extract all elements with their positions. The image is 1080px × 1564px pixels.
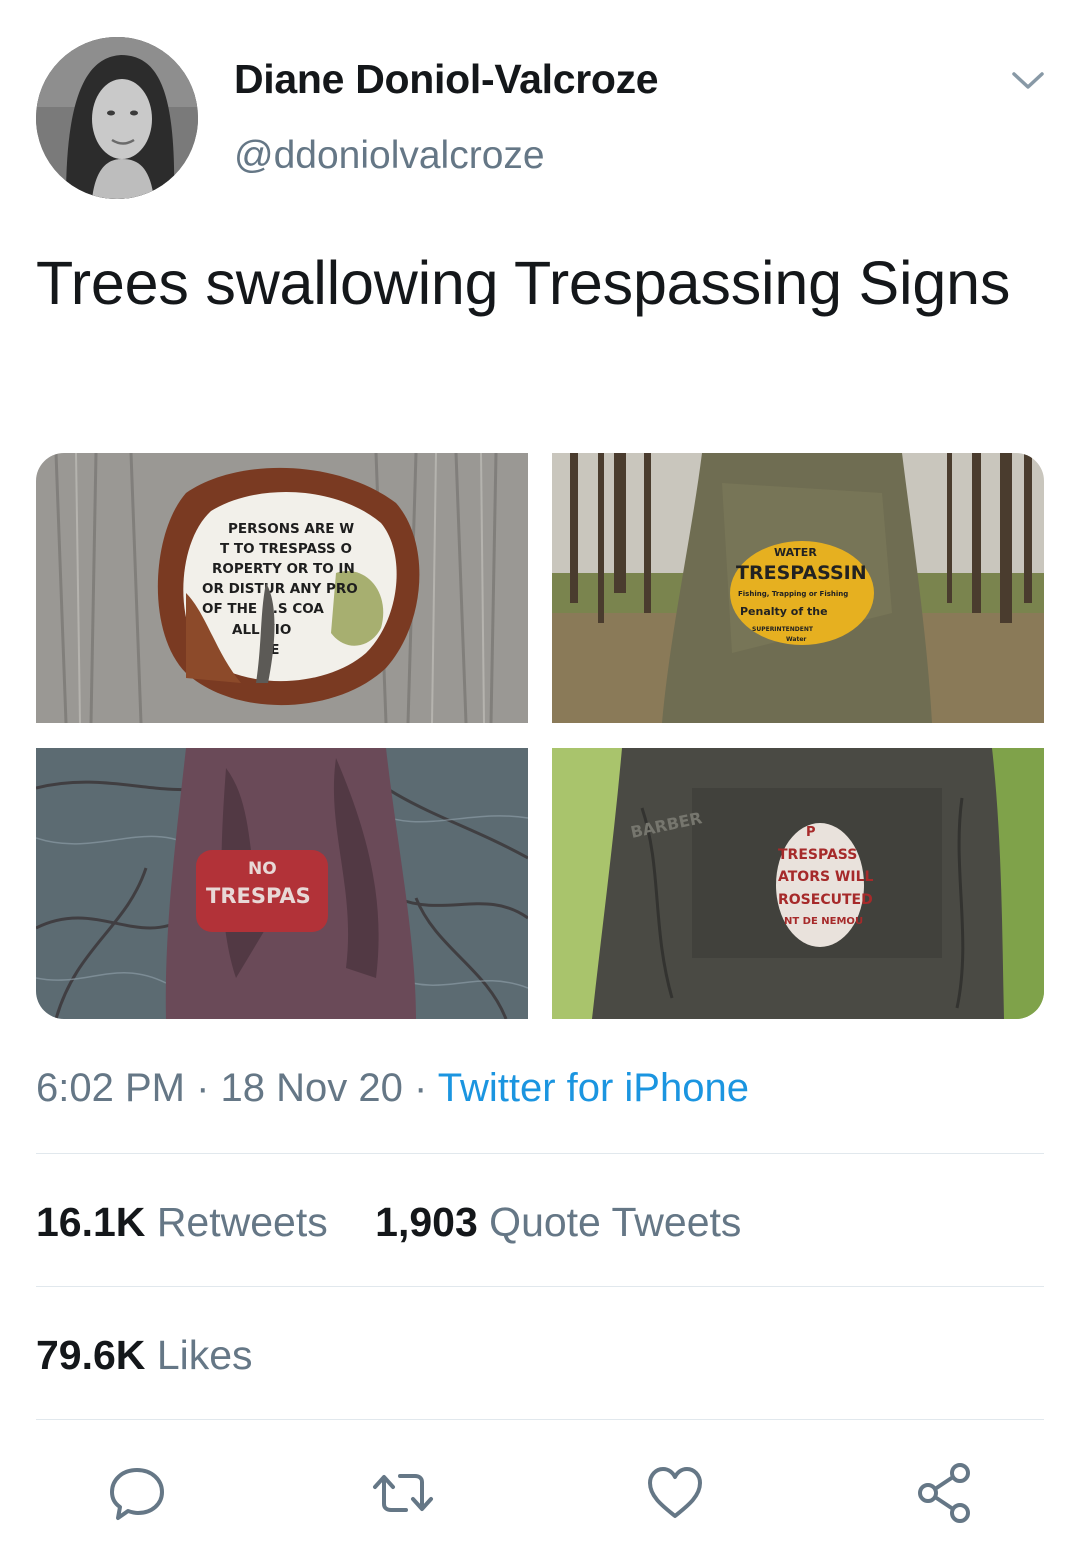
retweets-stat[interactable]: 16.1K Retweets: [36, 1199, 328, 1246]
photo4-sign-line-5: NT DE NEMOU: [784, 916, 863, 927]
meta-separator: ·: [196, 1066, 221, 1110]
likes-count: 79.6K: [36, 1332, 146, 1378]
speech-bubble-icon[interactable]: [104, 1460, 170, 1526]
quote-tweets-stat[interactable]: 1,903 Quote Tweets: [375, 1199, 741, 1246]
tweet-meta: 6:02 PM · 18 Nov 20 · Twitter for iPhone: [36, 1066, 749, 1111]
divider: [36, 1153, 1044, 1154]
quote-tweets-label: Quote Tweets: [489, 1199, 742, 1245]
retweets-label: Retweets: [156, 1199, 328, 1245]
photo2-sign-line-2: TRESPASSIN: [736, 562, 867, 584]
action-bar: [0, 1460, 1080, 1526]
tweet-text: Trees swallowing Trespassing Signs: [36, 249, 1011, 317]
likes-label: Likes: [156, 1332, 253, 1378]
photo1-sign-line-4: OR DISTUR ANY PRO: [202, 581, 358, 597]
avatar[interactable]: [36, 37, 198, 199]
photo4-sign-line-3: ATORS WILL: [778, 869, 874, 885]
stats-row: 16.1K Retweets 1,903 Quote Tweets: [36, 1199, 741, 1246]
photo4-sign-line-4: ROSECUTED: [778, 892, 873, 908]
photo3-sign-line-1: NO: [248, 859, 277, 879]
tweet-time: 6:02 PM: [36, 1066, 185, 1110]
likes-stat[interactable]: 79.6K Likes: [36, 1332, 253, 1379]
photo-4[interactable]: P TRESPASS ATORS WILL ROSECUTED NT DE NE…: [552, 748, 1044, 1019]
photo-3[interactable]: NO TRESPAS: [36, 748, 528, 1019]
photo1-sign-line-1: PERSONS ARE W: [228, 521, 354, 537]
photo1-sign-line-2: T TO TRESPASS O: [220, 541, 352, 557]
media-grid: PERSONS ARE W T TO TRESPASS O ROPERTY OR…: [36, 453, 1044, 1019]
photo2-sign-line-1: WATER: [774, 546, 817, 559]
chevron-down-icon[interactable]: [1006, 66, 1050, 96]
likes-row: 79.6K Likes: [36, 1332, 253, 1379]
meta-separator: ·: [414, 1066, 438, 1110]
retweets-count: 16.1K: [36, 1199, 146, 1245]
photo2-sign-line-3: Fishing, Trapping or Fishing: [738, 590, 848, 598]
photo4-sign-line-1: P: [806, 825, 816, 840]
author-name[interactable]: Diane Doniol-Valcroze: [234, 56, 659, 103]
photo-1[interactable]: PERSONS ARE W T TO TRESPASS O ROPERTY OR…: [36, 453, 528, 723]
author-handle[interactable]: @ddoniolvalcroze: [234, 134, 545, 178]
photo1-sign-line-3: ROPERTY OR TO IN: [212, 561, 355, 577]
quote-tweets-count: 1,903: [375, 1199, 478, 1245]
tweet-source-link[interactable]: Twitter for iPhone: [438, 1066, 749, 1110]
tweet-date: 18 Nov 20: [220, 1066, 403, 1110]
divider: [36, 1286, 1044, 1287]
photo-2[interactable]: WATER TRESPASSIN Fishing, Trapping or Fi…: [552, 453, 1044, 723]
share-nodes-icon[interactable]: [912, 1460, 978, 1526]
photo2-sign-line-4: Penalty of the: [740, 605, 828, 618]
retweet-arrows-icon[interactable]: [370, 1460, 436, 1526]
photo3-sign-line-2: TRESPAS: [206, 884, 311, 908]
photo2-sign-line-6: Water: [786, 636, 806, 643]
heart-outline-icon[interactable]: [642, 1460, 708, 1526]
photo2-sign-line-5: SUPERINTENDENT: [752, 626, 814, 633]
photo4-sign-line-2: TRESPASS: [778, 847, 857, 863]
divider: [36, 1419, 1044, 1420]
